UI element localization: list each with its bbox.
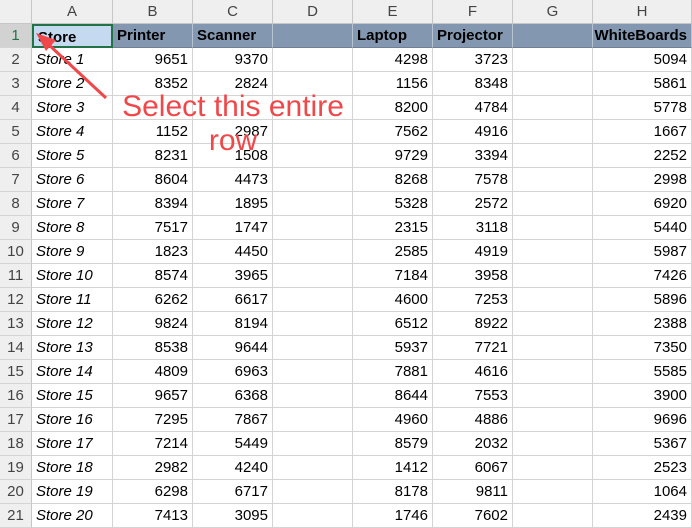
annotation-arrow-icon xyxy=(36,33,108,100)
